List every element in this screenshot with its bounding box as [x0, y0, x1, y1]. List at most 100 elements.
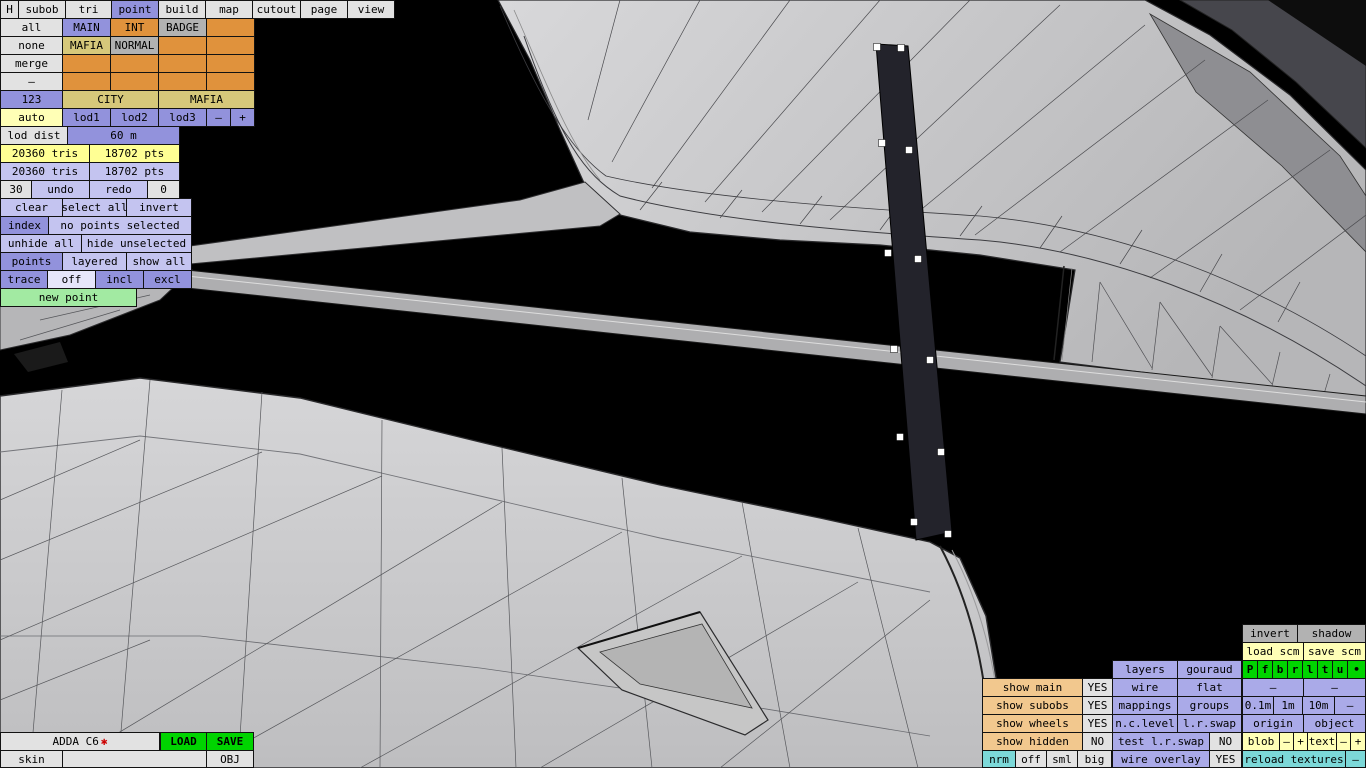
grid-dash-button[interactable]: –	[1334, 696, 1366, 715]
text-button[interactable]: text	[1307, 732, 1337, 751]
select-all-button[interactable]: select all	[62, 198, 127, 217]
reload-textures-button[interactable]: reload textures	[1242, 750, 1346, 768]
layer-normal-button[interactable]: NORMAL	[110, 36, 159, 55]
lod-dist-value[interactable]: 60 m	[67, 126, 180, 145]
nrm-big-button[interactable]: big	[1077, 750, 1112, 768]
trace-incl-button[interactable]: incl	[95, 270, 144, 289]
text-minus-button[interactable]: –	[1336, 732, 1351, 751]
invert-selection-button[interactable]: invert	[126, 198, 192, 217]
layered-button[interactable]: layered	[62, 252, 127, 271]
grid-01m-button[interactable]: 0.1m	[1242, 696, 1274, 715]
index-button[interactable]: index	[0, 216, 49, 235]
trace-button[interactable]: trace	[0, 270, 48, 289]
grid-1m-button[interactable]: 1m	[1273, 696, 1303, 715]
palette-cell[interactable]	[158, 36, 207, 55]
show-wheels-toggle[interactable]: show wheels	[982, 714, 1083, 733]
hide-unselected-button[interactable]: hide unselected	[81, 234, 192, 253]
menu-point-tab[interactable]: point	[111, 0, 159, 19]
menu-h-button[interactable]: H	[0, 0, 19, 19]
view-dot-button[interactable]: •	[1347, 660, 1366, 679]
layers-button[interactable]: layers	[1112, 660, 1178, 679]
nrm-sml-button[interactable]: sml	[1046, 750, 1078, 768]
clear-selection-button[interactable]: clear	[0, 198, 63, 217]
layer-dash-button[interactable]: –	[0, 72, 63, 91]
city-scheme-button[interactable]: CITY	[62, 90, 159, 109]
show-main-value[interactable]: YES	[1082, 678, 1113, 697]
palette-cell[interactable]	[62, 72, 111, 91]
wire-button[interactable]: wire	[1112, 678, 1178, 697]
undo-button[interactable]: undo	[31, 180, 90, 199]
palette-cell[interactable]	[206, 72, 255, 91]
unhide-all-button[interactable]: unhide all	[0, 234, 82, 253]
gouraud-button[interactable]: gouraud	[1177, 660, 1242, 679]
view-top-button[interactable]: t	[1317, 660, 1333, 679]
menu-build-tab[interactable]: build	[158, 0, 206, 19]
trace-excl-button[interactable]: excl	[143, 270, 192, 289]
blob-plus-button[interactable]: +	[1293, 732, 1308, 751]
select-all-layers-button[interactable]: all	[0, 18, 63, 37]
palette-cell[interactable]	[206, 54, 255, 73]
palette-cell[interactable]	[206, 18, 255, 37]
shadow-button[interactable]: shadow	[1297, 624, 1366, 643]
layer-int-button[interactable]: INT	[110, 18, 159, 37]
blob-minus-button[interactable]: –	[1279, 732, 1294, 751]
mafia-scheme-button[interactable]: MAFIA	[158, 90, 255, 109]
merge-layers-button[interactable]: merge	[0, 54, 63, 73]
menu-tri-tab[interactable]: tri	[65, 0, 112, 19]
invert-normals-button[interactable]: invert	[1242, 624, 1298, 643]
test-lr-swap-value[interactable]: NO	[1209, 732, 1242, 751]
save-button[interactable]: SAVE	[206, 732, 254, 751]
load-scm-button[interactable]: load scm	[1242, 642, 1304, 661]
dash-b-button[interactable]: –	[1303, 678, 1366, 697]
menu-map-tab[interactable]: map	[205, 0, 253, 19]
palette-cell[interactable]	[110, 72, 159, 91]
nrm-button[interactable]: nrm	[982, 750, 1016, 768]
flat-button[interactable]: flat	[1177, 678, 1242, 697]
lod2-button[interactable]: lod2	[110, 108, 159, 127]
palette-cell[interactable]	[158, 72, 207, 91]
palette-cell[interactable]	[62, 54, 111, 73]
wire-overlay-button[interactable]: wire overlay	[1112, 750, 1210, 768]
view-back-button[interactable]: b	[1272, 660, 1288, 679]
points-mode-button[interactable]: points	[0, 252, 63, 271]
origin-button[interactable]: origin	[1242, 714, 1304, 733]
object-button[interactable]: object	[1303, 714, 1366, 733]
layer-mafia-button[interactable]: MAFIA	[62, 36, 111, 55]
layer-main-button[interactable]: MAIN	[62, 18, 111, 37]
blob-button[interactable]: blob	[1242, 732, 1280, 751]
view-perspective-button[interactable]: P	[1242, 660, 1258, 679]
lod3-button[interactable]: lod3	[158, 108, 207, 127]
wire-overlay-value[interactable]: YES	[1209, 750, 1242, 768]
obj-export-button[interactable]: OBJ	[206, 750, 254, 768]
layer-badge-button[interactable]: BADGE	[158, 18, 207, 37]
menu-page-tab[interactable]: page	[300, 0, 348, 19]
nrm-off-button[interactable]: off	[1015, 750, 1047, 768]
redo-button[interactable]: redo	[89, 180, 148, 199]
load-button[interactable]: LOAD	[160, 732, 207, 751]
lod1-button[interactable]: lod1	[62, 108, 111, 127]
nc-level-button[interactable]: n.c.level	[1112, 714, 1178, 733]
reload-dash-button[interactable]: –	[1345, 750, 1366, 768]
palette-cell[interactable]	[158, 54, 207, 73]
grid-123-button[interactable]: 123	[0, 90, 63, 109]
show-all-button[interactable]: show all	[126, 252, 192, 271]
view-front-button[interactable]: f	[1257, 660, 1273, 679]
test-lr-swap-button[interactable]: test l.r.swap	[1112, 732, 1210, 751]
save-scm-button[interactable]: save scm	[1303, 642, 1366, 661]
lr-swap-button[interactable]: l.r.swap	[1177, 714, 1242, 733]
show-wheels-value[interactable]: YES	[1082, 714, 1113, 733]
menu-view-tab[interactable]: view	[347, 0, 395, 19]
filename-field[interactable]	[62, 750, 207, 768]
view-right-button[interactable]: r	[1287, 660, 1303, 679]
new-point-button[interactable]: new point	[0, 288, 137, 307]
menu-subob-tab[interactable]: subob	[18, 0, 66, 19]
mappings-button[interactable]: mappings	[1112, 696, 1178, 715]
groups-button[interactable]: groups	[1177, 696, 1242, 715]
dash-a-button[interactable]: –	[1242, 678, 1304, 697]
trace-off-button[interactable]: off	[47, 270, 96, 289]
lod-plus-button[interactable]: +	[230, 108, 255, 127]
view-left-button[interactable]: l	[1302, 660, 1318, 679]
show-subobs-value[interactable]: YES	[1082, 696, 1113, 715]
text-plus-button[interactable]: +	[1350, 732, 1366, 751]
show-hidden-value[interactable]: NO	[1082, 732, 1113, 751]
